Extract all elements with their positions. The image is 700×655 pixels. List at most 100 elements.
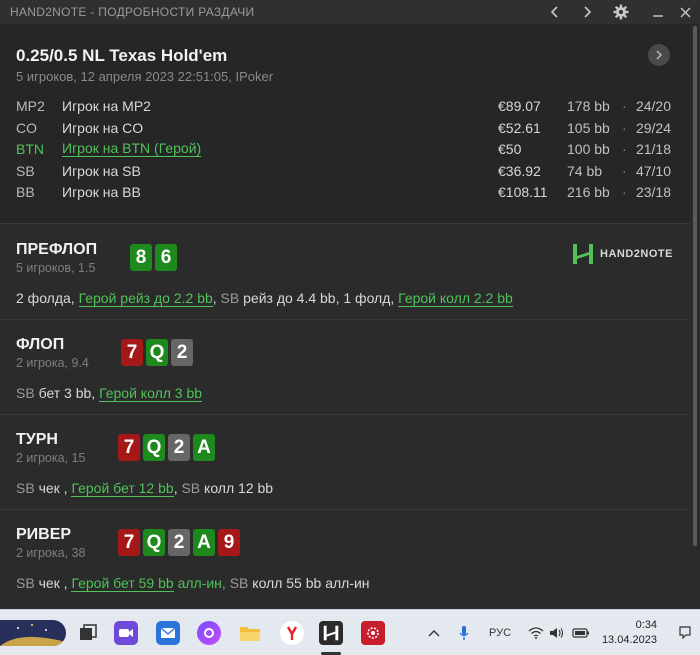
show-hidden-icons[interactable]	[428, 610, 440, 655]
chevron-left-icon	[550, 6, 558, 18]
player-name[interactable]: Игрок на BTN (Герой)	[62, 141, 202, 157]
settings-button[interactable]	[606, 0, 636, 24]
board-cards: 7 Q 2 A 9	[118, 529, 240, 556]
player-ref: SB	[16, 385, 35, 401]
game-subtitle: 5 игроков, 12 апреля 2023 22:51:05, IPok…	[16, 69, 274, 84]
player-position: BTN	[16, 141, 44, 157]
action-text: ,	[212, 290, 221, 306]
separator: ·	[622, 98, 627, 114]
action-text: рейз до 4.4 bb, 1 фолд,	[239, 290, 399, 306]
microphone-button[interactable]	[458, 610, 470, 655]
search-widget[interactable]	[0, 620, 66, 646]
volume-icon	[550, 628, 564, 638]
player-name[interactable]: Игрок на MP2	[62, 98, 151, 114]
action-text: чек ,	[34, 575, 72, 591]
chevron-right-icon	[656, 50, 663, 60]
card: Q	[143, 434, 165, 461]
hand2note-logo: HAND2NOTE	[572, 243, 673, 265]
card: 2	[168, 529, 190, 556]
player-stats: 29/24	[635, 119, 671, 136]
player-stats: 47/10	[635, 162, 671, 179]
notifications-button[interactable]	[678, 625, 692, 644]
hero-action[interactable]: Герой рейз до 2.2 bb	[78, 290, 213, 307]
hero-action[interactable]: Герой бет 12 bb	[71, 480, 174, 497]
logo-text: HAND2NOTE	[600, 248, 673, 260]
action-text: бет 3 bb,	[34, 385, 100, 401]
action-text: алл-ин,	[173, 575, 230, 591]
card: 7	[118, 529, 140, 556]
task-view-icon[interactable]	[76, 621, 100, 645]
separator: ·	[622, 162, 627, 179]
battery-button[interactable]	[572, 610, 590, 655]
video-call-icon[interactable]	[114, 621, 138, 645]
card: A	[193, 529, 215, 556]
card: 2	[171, 339, 193, 366]
hero-action[interactable]: Герой колл 3 bb	[99, 385, 203, 402]
chevron-up-icon	[428, 630, 440, 637]
player-stack-bb: 100 bb	[567, 141, 610, 157]
player-stack: €52.61	[498, 119, 541, 136]
player-stack: €50	[498, 141, 522, 157]
street-name: РИВЕР	[16, 526, 72, 543]
player-name[interactable]: Игрок на BB	[62, 184, 141, 200]
chevron-right-icon	[584, 6, 592, 18]
player-row-mp2: MP2 Игрок на MP2 €89.07 178 bb · 24/20	[0, 98, 690, 120]
taskbar: РУС 0:34 13.04.2023	[0, 609, 700, 655]
street-actions: SB бет 3 bb, Герой колл 3 bb	[16, 385, 203, 402]
close-icon	[680, 7, 690, 17]
player-ref: SB	[16, 480, 35, 496]
player-ref: SB	[181, 480, 201, 496]
system-clock[interactable]: 0:34 13.04.2023	[602, 618, 657, 648]
scrollbar-thumb[interactable]	[693, 26, 697, 546]
yandex-browser-icon[interactable]	[280, 621, 304, 645]
player-stats: 23/18	[635, 184, 671, 200]
minimize-button[interactable]	[643, 0, 673, 24]
hero-action[interactable]: Герой колл 2.2 bb	[398, 290, 513, 307]
scrollbar[interactable]	[690, 24, 700, 609]
street-river: РИВЕР 2 игрока, 38 7 Q 2 A 9 SB чек , Ге…	[0, 510, 690, 609]
close-button[interactable]	[670, 0, 700, 24]
street-actions: SB чек , Герой бет 12 bb, SB колл 12 bb	[16, 480, 273, 497]
street-flop: ФЛОП 2 игрока, 9.4 7 Q 2 SB бет 3 bb, Ге…	[0, 320, 690, 415]
forward-button[interactable]	[572, 0, 602, 24]
minimize-icon	[653, 15, 663, 17]
separator: ·	[622, 141, 627, 157]
back-button[interactable]	[540, 0, 570, 24]
street-sub: 2 игрока, 15	[16, 451, 86, 465]
player-name[interactable]: Игрок на CO	[62, 120, 143, 136]
player-stats: 21/18	[635, 141, 671, 157]
hand2note-taskbar-icon[interactable]	[319, 621, 343, 645]
clock-date: 13.04.2023	[601, 634, 657, 646]
street-name: ФЛОП	[16, 336, 65, 353]
window-title: HAND2NOTE - ПОДРОБНОСТИ РАЗДАЧИ	[10, 5, 255, 19]
street-sub: 5 игроков, 1.5	[16, 261, 96, 275]
player-name[interactable]: Игрок на SB	[62, 163, 141, 179]
player-stack-bb: 178 bb	[567, 98, 610, 114]
player-stack: €36.92	[498, 162, 541, 179]
card: 9	[218, 529, 240, 556]
player-position: BB	[16, 184, 35, 200]
hero-action[interactable]: Герой бет 59 bb	[71, 575, 174, 592]
player-row-sb: SB Игрок на SB €36.92 74 bb · 47/10	[0, 163, 690, 185]
wifi-icon	[528, 627, 544, 639]
card: 7	[118, 434, 140, 461]
volume-button[interactable]	[549, 610, 565, 655]
microphone-icon	[459, 626, 469, 640]
action-text: 2 фолда,	[16, 290, 79, 306]
player-ref: SB	[220, 290, 240, 306]
wifi-button[interactable]	[528, 610, 544, 655]
street-preflop: ПРЕФЛОП 5 игроков, 1.5 8 6 HAND2NOTE 2 ф…	[0, 225, 690, 320]
next-hand-button[interactable]	[648, 44, 670, 66]
mail-icon[interactable]	[156, 621, 180, 645]
language-indicator[interactable]: РУС	[489, 610, 511, 655]
alice-assistant-icon[interactable]	[197, 621, 221, 645]
game-title: 0.25/0.5 NL Texas Hold'em	[16, 46, 228, 65]
poker-client-icon[interactable]	[361, 621, 385, 645]
hand-details-window: 0.25/0.5 NL Texas Hold'em 5 игроков, 12 …	[0, 24, 690, 609]
player-stack: €108.11	[498, 184, 548, 200]
street-actions: 2 фолда, Герой рейз до 2.2 bb, SB рейз д…	[16, 290, 513, 307]
language-label: РУС	[489, 627, 512, 639]
file-explorer-icon[interactable]	[238, 621, 262, 645]
card: Q	[146, 339, 168, 366]
gear-icon	[613, 4, 629, 20]
